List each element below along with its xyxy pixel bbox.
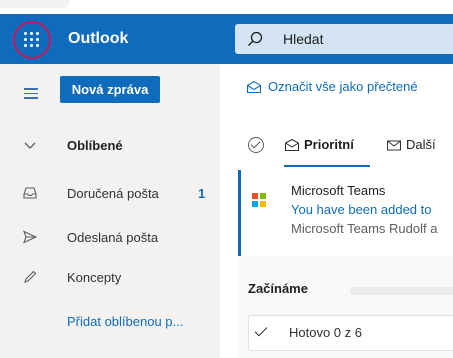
app-header: Outlook Hledat	[0, 14, 453, 64]
select-all-checkbox[interactable]	[248, 137, 264, 153]
mark-all-read-label: Označit vše jako přečtené	[268, 79, 418, 94]
favorites-label: Oblíbené	[67, 137, 123, 153]
unread-count-badge: 1	[198, 185, 206, 201]
getting-started-status: Hotovo 0 z 6	[289, 325, 362, 340]
search-icon	[248, 31, 263, 46]
browser-tab-edge	[0, 0, 70, 8]
add-favorite-label: Přidat oblíbenou p...	[67, 313, 184, 329]
send-icon	[23, 230, 38, 244]
app-launcher-button[interactable]	[13, 21, 51, 59]
sidebar-item-label: Doručená pošta	[67, 185, 159, 201]
getting-started-title: Začínáme	[248, 281, 308, 296]
hamburger-menu-icon[interactable]	[24, 85, 38, 102]
highlight-circle	[13, 21, 51, 59]
search-input[interactable]: Hledat	[283, 31, 323, 47]
microsoft-logo-icon	[252, 193, 266, 207]
message-preview: Microsoft Teams Rudolf a	[291, 221, 438, 236]
tab-other-label: Další	[406, 137, 436, 152]
message-sender: Microsoft Teams	[291, 183, 386, 198]
new-message-button[interactable]: Nová zpráva	[60, 76, 160, 103]
envelope-icon	[387, 140, 401, 150]
search-box[interactable]: Hledat	[235, 24, 453, 54]
sidebar-item-inbox[interactable]: Doručená pošta 1	[0, 178, 220, 208]
browser-top-strip	[0, 0, 453, 14]
sidebar-item-label: Odeslaná pošta	[67, 229, 159, 245]
sidebar-item-label: Koncepty	[67, 269, 122, 285]
message-subject: You have been added to	[291, 202, 432, 217]
add-favorite-link[interactable]: Přidat oblíbenou p...	[0, 306, 220, 336]
sparkle-envelope-icon	[285, 138, 299, 151]
favorites-section[interactable]: Oblíbené	[0, 130, 220, 160]
tab-focused-label: Prioritní	[304, 137, 354, 152]
tab-other[interactable]: Další	[386, 137, 436, 152]
app-title[interactable]: Outlook	[68, 30, 128, 48]
sidebar-item-drafts[interactable]: Koncepty	[0, 262, 220, 292]
mark-all-read-button[interactable]: Označit vše jako přečtené	[246, 79, 418, 94]
pencil-icon	[24, 270, 37, 283]
active-tab-indicator	[284, 165, 370, 167]
chevron-down-icon	[24, 142, 36, 149]
tab-focused[interactable]: Prioritní	[284, 137, 354, 152]
inbox-icon	[23, 187, 37, 199]
envelope-open-icon	[246, 80, 262, 93]
getting-started-progress-bar	[350, 287, 453, 295]
unread-indicator	[238, 170, 241, 256]
sidebar-item-sent[interactable]: Odeslaná pošta	[0, 222, 220, 252]
